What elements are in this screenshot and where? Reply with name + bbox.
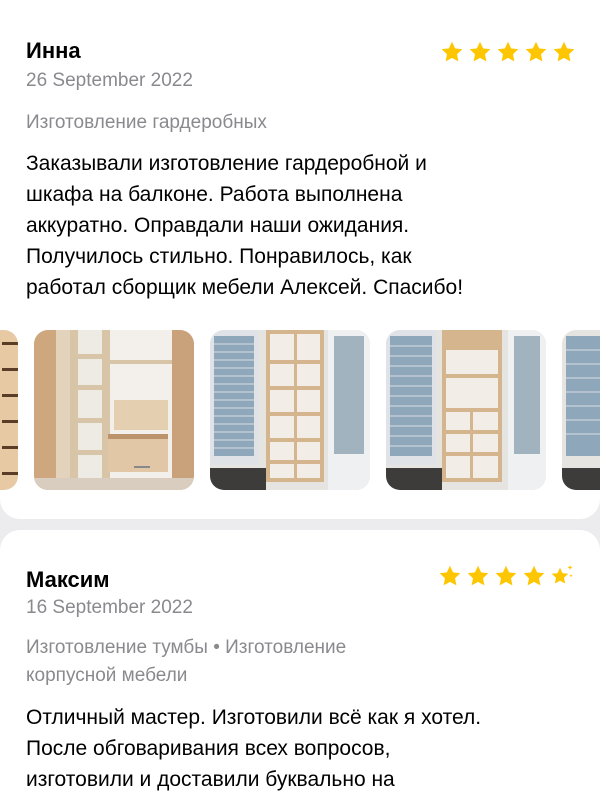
review-author[interactable]: Инна [26,38,81,64]
star-rating [440,40,576,64]
review-card: Максим 16 September 2022 Изготовление ту… [0,530,600,808]
review-text-line: Отличный мастер. Изготовили всё как я хо… [26,706,482,729]
review-services-line: Изготовление тумбы • Изготовление [26,637,347,658]
review-text-line: Получилось стильно. Понравилось, как [26,245,412,268]
review-text-line: изготовили и доставили буквально на [26,768,395,791]
review-photo[interactable] [34,330,194,490]
review-text: Заказывали изготовление гардеробной и шк… [26,148,586,303]
star-icon [439,565,461,586]
review-text-line: шкафа на балконе. Работа выполнена [26,183,403,206]
review-photo[interactable] [0,330,18,490]
review-text-line: Заказывали изготовление гардеробной и [26,152,427,175]
review-photo[interactable] [210,330,370,490]
star-icon [523,565,545,586]
review-date: 26 September 2022 [26,70,193,91]
star-icon [553,41,575,62]
star-icon [495,565,517,586]
star-icon [525,41,547,62]
review-text: Отличный мастер. Изготовили всё как я хо… [26,702,586,795]
review-date: 16 September 2022 [26,597,193,618]
review-photo[interactable] [386,330,546,490]
review-text-line: После обговаривания всех вопросов, [26,737,391,760]
review-author[interactable]: Максим [26,567,110,593]
review-card: Инна 26 September 2022 Изготовление гард… [0,0,600,519]
star-icon [467,565,489,586]
star-rating [438,564,574,588]
review-service[interactable]: Изготовление гардеробных [26,109,566,137]
star-icon [441,41,463,62]
photo-gallery[interactable] [0,330,600,490]
review-services-line: корпусной мебели [26,665,188,686]
star-sparkle-icon [551,565,573,584]
review-services[interactable]: Изготовление тумбы • Изготовление корпус… [26,634,566,690]
star-icon [469,41,491,62]
review-text-line: работал сборщик мебели Алексей. Спасибо! [26,276,464,299]
review-photo[interactable] [562,330,600,490]
star-icon [497,41,519,62]
review-text-line: аккуратно. Оправдали наши ожидания. [26,214,410,237]
